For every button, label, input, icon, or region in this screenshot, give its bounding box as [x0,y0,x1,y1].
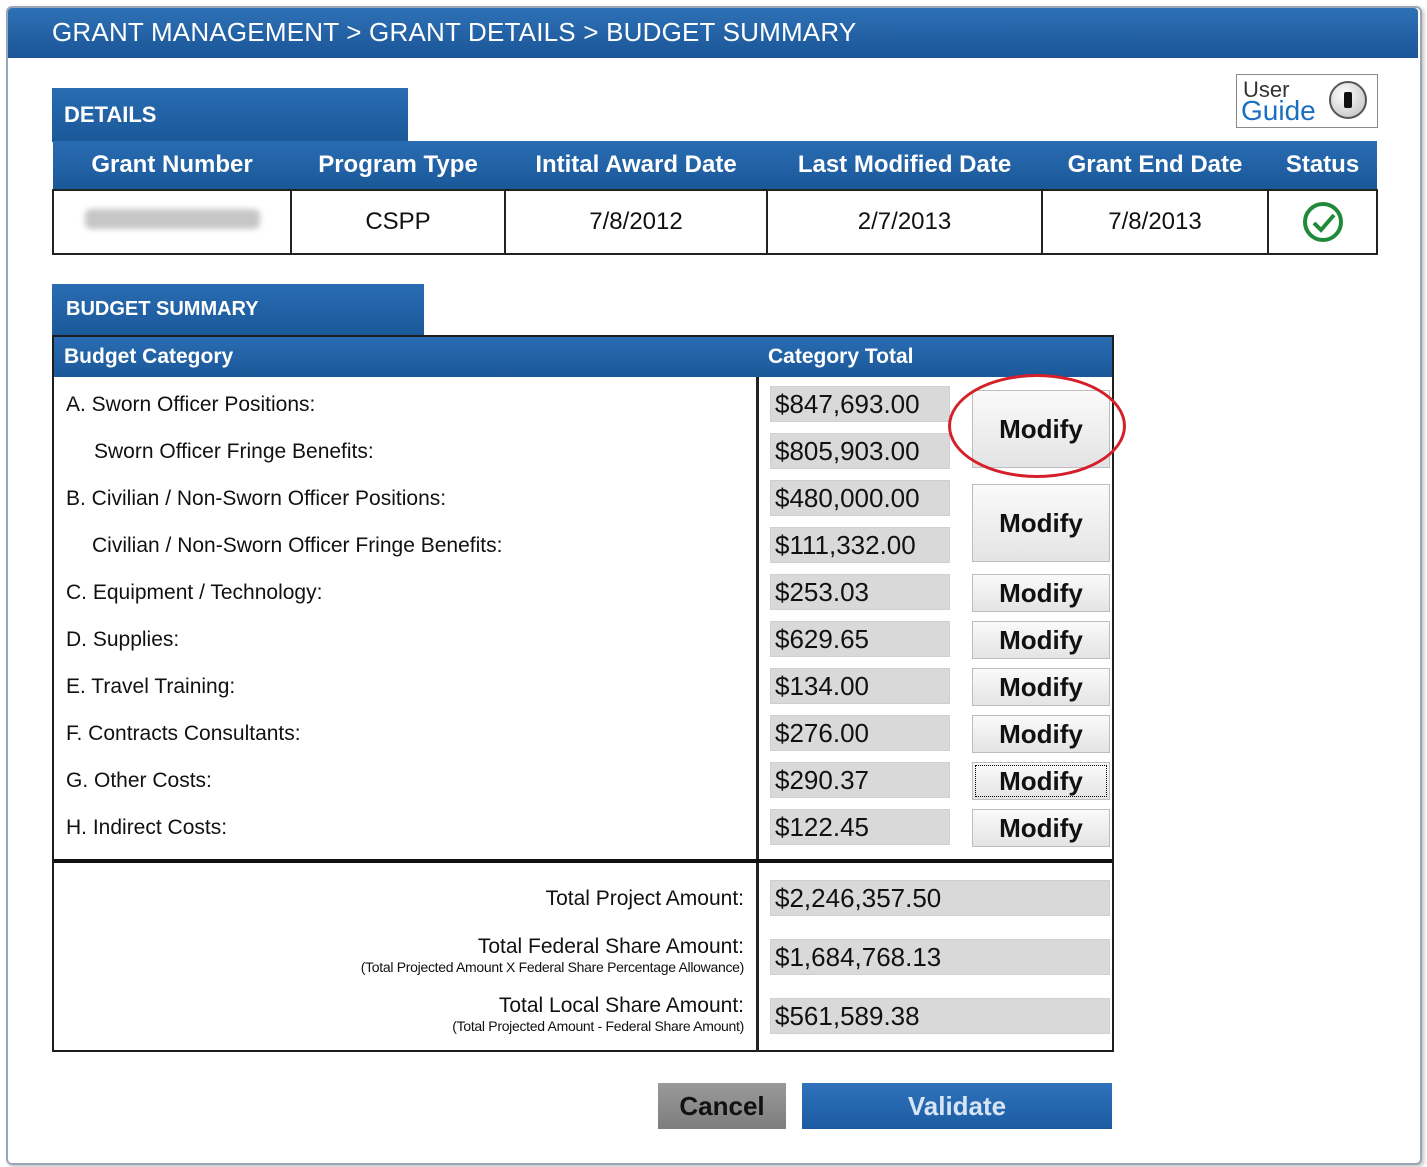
total-local-label: Total Local Share Amount: [498,994,744,1017]
category-label-d: D. Supplies: [66,628,180,651]
total-project-amount: $2,246,357.50 [770,880,1110,916]
status-cell [1267,189,1378,255]
total-local-label-block: Total Local Share Amount: (Total Project… [452,994,744,1034]
category-label-a: A. Sworn Officer Positions: [66,393,316,416]
mouse-icon [1329,81,1367,119]
amount-field-a-fringe: $805,903.00 [770,433,950,469]
header-last-modified-date: Last Modified Date [767,141,1042,190]
grant-end-date-cell: 7/8/2013 [1041,189,1269,255]
user-guide-line2: Guide [1241,95,1316,126]
budget-summary-table: Budget Category Category Total A. Sworn … [52,335,1114,1052]
modify-button-d[interactable]: Modify [972,621,1110,659]
check-circle-icon [1302,202,1343,242]
amount-field-g: $290.37 [770,762,950,798]
category-label-g: G. Other Costs: [66,769,212,792]
total-project-label-block: Total Project Amount: [546,887,744,911]
details-section-tab: DETAILS [52,88,408,142]
category-label-h: H. Indirect Costs: [66,816,228,839]
category-label-b: B. Civilian / Non-Sworn Officer Position… [66,487,447,510]
initial-award-date-cell: 7/8/2012 [504,189,768,255]
header-budget-category: Budget Category [64,345,234,368]
redacted-grant-number [84,209,260,229]
header-grant-end-date: Grant End Date [1042,141,1268,190]
modify-button-g[interactable]: Modify [972,762,1110,800]
header-status: Status [1268,141,1377,190]
total-federal-note: (Total Projected Amount X Federal Share … [360,959,745,975]
details-data-row: CSPP 7/8/2012 2/7/2013 7/8/2013 [52,189,1378,255]
modify-button-a[interactable]: Modify [972,390,1110,468]
category-label-c: C. Equipment / Technology: [66,581,323,604]
amount-field-e: $134.00 [770,668,950,704]
column-divider [756,377,759,1052]
amount-field-b: $480,000.00 [770,480,950,516]
budget-header-row: Budget Category Category Total [54,337,1112,377]
details-header-row: Grant Number Program Type Intital Award … [53,141,1377,190]
amount-field-h: $122.45 [770,809,950,845]
amount-field-c: $253.03 [770,574,950,610]
program-type-cell: CSPP [290,189,506,255]
header-category-total: Category Total [768,345,914,368]
category-label-f: F. Contracts Consultants: [66,722,301,745]
total-local-note: (Total Projected Amount - Federal Share … [452,1018,744,1034]
modify-button-b[interactable]: Modify [972,484,1110,562]
amount-field-f: $276.00 [770,715,950,751]
budget-summary-tab: BUDGET SUMMARY [52,284,424,336]
header-program-type: Program Type [291,141,505,190]
modify-button-e[interactable]: Modify [972,668,1110,706]
validate-button[interactable]: Validate [802,1083,1112,1129]
user-guide-button[interactable]: User Guide [1236,74,1378,128]
category-label-e: E. Travel Training: [66,675,236,698]
amount-field-d: $629.65 [770,621,950,657]
header-initial-award-date: Intital Award Date [505,141,767,190]
total-federal-label: Total Federal Share Amount: [477,935,744,958]
last-modified-date-cell: 2/7/2013 [766,189,1043,255]
modify-button-c[interactable]: Modify [972,574,1110,612]
header-grant-number: Grant Number [53,141,291,190]
amount-field-a: $847,693.00 [770,386,950,422]
total-local-amount: $561,589.38 [770,998,1110,1034]
amount-field-b-fringe: $111,332.00 [770,527,950,563]
modify-button-h[interactable]: Modify [972,809,1110,847]
breadcrumb: GRANT MANAGEMENT > GRANT DETAILS > BUDGE… [8,8,1418,58]
total-federal-amount: $1,684,768.13 [770,939,1110,975]
total-federal-label-block: Total Federal Share Amount: (Total Proje… [360,935,745,975]
cancel-button[interactable]: Cancel [658,1083,786,1129]
total-project-label: Total Project Amount: [545,887,744,910]
modify-button-f[interactable]: Modify [972,715,1110,753]
category-label-b-fringe: Civilian / Non-Sworn Officer Fringe Bene… [92,534,503,557]
category-label-a-fringe: Sworn Officer Fringe Benefits: [94,440,374,463]
totals-divider [54,859,1112,863]
grant-number-cell [52,189,292,255]
grant-details-table: Grant Number Program Type Intital Award … [52,141,1378,255]
